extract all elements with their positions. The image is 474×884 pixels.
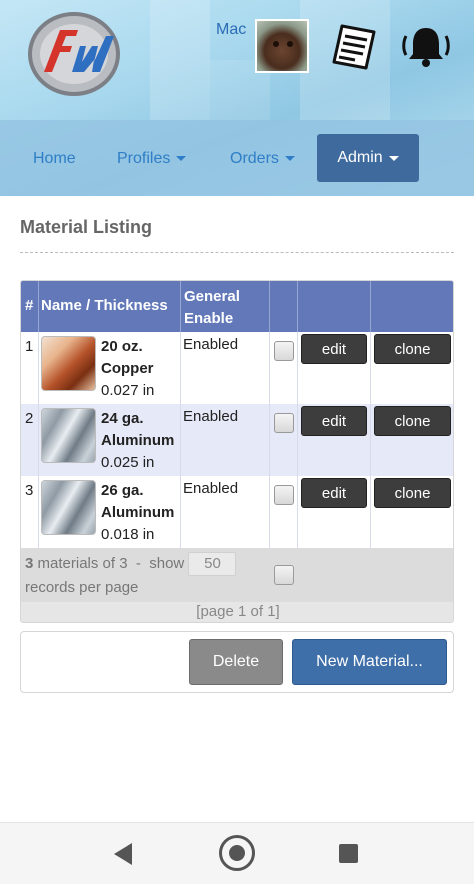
column-divider — [370, 476, 371, 548]
android-nav-bar — [0, 822, 474, 884]
column-divider — [297, 332, 298, 404]
summary-separator: - — [135, 555, 141, 572]
recent-apps-icon[interactable] — [339, 844, 358, 863]
aluminum-thumbnail[interactable] — [41, 480, 96, 535]
enable-status: Enabled — [183, 336, 239, 353]
column-divider — [180, 281, 181, 332]
chevron-down-icon — [176, 156, 187, 162]
nav-profiles-label: Profiles — [117, 150, 171, 167]
new-material-button[interactable]: New Material... — [292, 639, 447, 685]
row-num: 3 — [25, 482, 34, 499]
enable-status: Enabled — [183, 408, 239, 425]
delete-button[interactable]: Delete — [189, 639, 283, 685]
table-footer: 3 materials of 3 - show 50 records per p… — [21, 548, 453, 602]
header-name[interactable]: Name / Thickness — [41, 297, 168, 314]
edit-button[interactable]: edit — [301, 478, 367, 508]
clone-button[interactable]: clone — [374, 478, 451, 508]
show-label: show — [149, 555, 185, 572]
aluminum-thumbnail[interactable] — [41, 408, 96, 463]
material-name[interactable]: 24 ga. Aluminum 0.025 in — [101, 408, 181, 474]
avatar-eye — [287, 41, 293, 47]
column-divider — [297, 281, 298, 332]
column-divider — [297, 404, 298, 476]
column-divider — [38, 281, 39, 332]
column-divider — [38, 404, 39, 476]
material-name-line2: Aluminum — [101, 432, 175, 449]
clone-button[interactable]: clone — [374, 406, 451, 436]
material-name-line1: 20 oz. — [101, 338, 143, 355]
row-checkbox[interactable] — [274, 413, 294, 433]
row-num: 1 — [25, 338, 34, 355]
chevron-down-icon — [388, 155, 399, 161]
bell-icon[interactable] — [400, 22, 452, 70]
column-divider — [38, 476, 39, 548]
record-count-text: materials of 3 — [37, 555, 128, 572]
header-decor — [150, 0, 210, 120]
column-divider — [370, 404, 371, 476]
title-divider — [20, 252, 454, 253]
nav-orders-label: Orders — [230, 150, 279, 167]
table-row: 1 20 oz. Copper 0.027 in Enabled edit cl… — [21, 332, 453, 404]
table-header: # Name / Thickness General Enable — [21, 281, 453, 332]
nav-admin[interactable]: Admin — [317, 134, 419, 182]
table-row: 3 26 ga. Aluminum 0.018 in Enabled edit … — [21, 476, 453, 548]
nav-profiles[interactable]: Profiles — [117, 150, 187, 168]
per-page-input[interactable]: 50 — [188, 552, 237, 576]
column-divider — [370, 281, 371, 332]
select-all-checkbox[interactable] — [274, 565, 294, 585]
record-count: 3 — [25, 555, 34, 572]
records-per-page-label: records per page — [25, 579, 139, 596]
material-name-line2: Copper — [101, 360, 154, 377]
material-name[interactable]: 20 oz. Copper 0.027 in — [101, 336, 181, 402]
column-divider — [180, 404, 181, 476]
column-divider — [38, 332, 39, 404]
fw-logo-icon[interactable] — [26, 10, 120, 96]
home-icon[interactable] — [219, 835, 255, 871]
edit-button[interactable]: edit — [301, 406, 367, 436]
column-divider — [297, 476, 298, 548]
edit-button[interactable]: edit — [301, 334, 367, 364]
page-title: Material Listing — [20, 217, 153, 237]
column-divider — [269, 476, 270, 548]
nav-orders[interactable]: Orders — [230, 150, 295, 168]
material-thickness: 0.027 in — [101, 382, 155, 399]
material-thickness: 0.018 in — [101, 526, 155, 543]
material-name-line1: 26 ga. — [101, 482, 144, 499]
action-panel: Delete New Material... — [20, 631, 454, 693]
column-divider — [269, 404, 270, 476]
nav-admin-label: Admin — [337, 149, 383, 166]
column-divider — [180, 476, 181, 548]
table-row: 2 24 ga. Aluminum 0.025 in Enabled edit … — [21, 404, 453, 476]
header-enable-line1: General — [184, 288, 240, 305]
avatar-eye — [273, 41, 279, 47]
header-enable-line2: Enable — [184, 310, 234, 327]
back-icon[interactable] — [114, 843, 132, 865]
enable-status: Enabled — [183, 480, 239, 497]
material-thickness: 0.025 in — [101, 454, 155, 471]
material-table: # Name / Thickness General Enable 1 20 o… — [20, 280, 454, 623]
user-name[interactable]: Mac — [216, 21, 246, 39]
column-divider — [269, 332, 270, 404]
copper-thumbnail[interactable] — [41, 336, 96, 391]
header-enable[interactable]: General Enable — [184, 286, 240, 330]
row-checkbox[interactable] — [274, 485, 294, 505]
material-name-line2: Aluminum — [101, 504, 175, 521]
clone-button[interactable]: clone — [374, 334, 451, 364]
material-name-line1: 24 ga. — [101, 410, 144, 427]
header-num: # — [25, 297, 34, 314]
column-divider — [370, 332, 371, 404]
column-divider — [269, 281, 270, 332]
material-name[interactable]: 26 ga. Aluminum 0.018 in — [101, 480, 181, 546]
row-num: 2 — [25, 410, 34, 427]
chevron-down-icon — [284, 156, 295, 162]
nav-home[interactable]: Home — [33, 150, 76, 168]
pager: [page 1 of 1] — [21, 602, 453, 622]
column-divider — [180, 332, 181, 404]
records-summary: 3 materials of 3 - show 50 records per p… — [25, 552, 265, 599]
dog-avatar[interactable] — [255, 19, 309, 73]
document-icon[interactable] — [330, 22, 380, 72]
row-checkbox[interactable] — [274, 341, 294, 361]
